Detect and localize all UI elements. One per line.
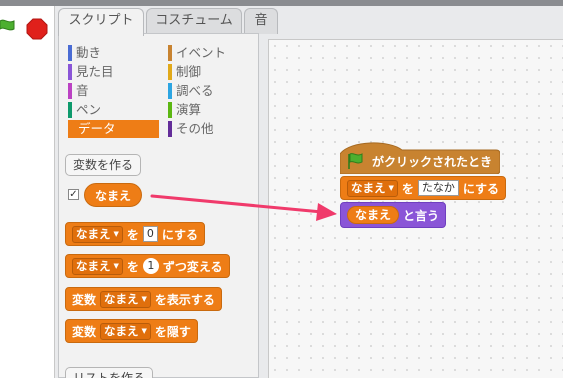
when-flag-clicked-block[interactable]: がクリックされたとき [340,138,500,174]
set-to-label: を [126,227,139,242]
change-variable-block[interactable]: なまえ ▼ を 1 ずつ変える [65,254,230,278]
variable-dropdown[interactable]: なまえ ▼ [100,322,151,340]
category-item[interactable]: イベント [168,44,260,62]
variable-reporter[interactable]: なまえ [84,183,143,207]
set-value-input[interactable]: 0 [142,226,158,242]
hide-variable-block[interactable]: 変数 なまえ ▼ を隠す [65,319,198,343]
variable-dropdown[interactable]: なまえ ▼ [72,225,123,243]
change-by-label: を [126,259,139,274]
say-suffix-label: と言う [403,208,440,223]
green-flag-icon[interactable] [0,18,16,36]
make-list-button[interactable]: リストを作る [65,367,153,378]
stop-icon[interactable] [26,18,48,40]
show-suffix-label: を表示する [154,292,215,307]
script-set-variable-block[interactable]: なまえ ▼ を たなか にする [340,176,507,200]
category-item[interactable]: 演算 [168,101,260,119]
variable-dropdown[interactable]: なまえ ▼ [100,290,151,308]
category-item[interactable]: 見た目 [68,63,160,81]
green-flag-icon [348,153,363,169]
category-item[interactable]: 調べる [168,82,260,100]
category-item[interactable]: データ [68,120,159,138]
hat-content: がクリックされたとき [346,151,492,171]
hat-label: がクリックされたとき [372,154,493,169]
show-prefix-label: 変数 [72,292,97,307]
set-suffix-label: にする [462,181,500,196]
stage-pane [0,6,55,378]
hide-suffix-label: を隠す [154,324,191,339]
say-block[interactable]: なまえ と言う [340,202,447,228]
change-value-input[interactable]: 1 [142,258,159,274]
tab-costumes[interactable]: コスチューム [146,8,242,34]
say-variable-reporter[interactable]: なまえ [347,206,400,224]
category-item[interactable]: 制御 [168,63,260,81]
variable-reporter-label: なまえ [95,188,132,203]
variable-dropdown[interactable]: なまえ ▼ [347,179,398,197]
change-suffix-label: ずつ変える [162,259,223,274]
category-item[interactable]: 音 [68,82,160,100]
hide-prefix-label: 変数 [72,324,97,339]
variable-checkbox[interactable]: ✓ [68,189,79,200]
top-bar [0,0,563,6]
set-value-input[interactable]: たなか [417,180,459,196]
tab-sounds[interactable]: 音 [244,8,278,34]
set-to-label: を [401,181,414,196]
stage-controls [0,6,55,44]
variable-dropdown[interactable]: なまえ ▼ [72,257,123,275]
tab-scripts[interactable]: スクリプト [58,8,144,36]
show-variable-block[interactable]: 変数 なまえ ▼ を表示する [65,287,222,311]
category-item[interactable]: その他 [168,120,260,138]
set-suffix-label: にする [161,227,199,242]
make-variable-button[interactable]: 変数を作る [65,154,141,176]
category-item[interactable]: 動き [68,44,160,62]
category-item[interactable]: ペン [68,101,160,119]
set-variable-block[interactable]: なまえ ▼ を 0 にする [65,222,206,246]
